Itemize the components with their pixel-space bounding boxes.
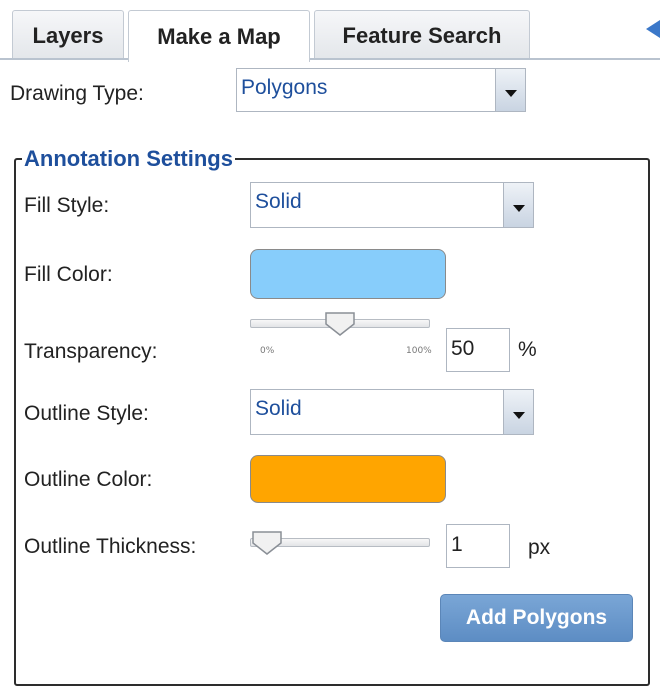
outline-style-label: Outline Style: [24,402,149,425]
fill-color-swatch[interactable] [250,249,446,299]
fill-color-label: Fill Color: [24,263,113,286]
fill-style-value: Solid [255,190,302,213]
outline-color-label: Outline Color: [24,468,153,491]
chevron-down-icon[interactable] [503,183,533,227]
transparency-unit: % [518,338,537,361]
add-polygons-button[interactable]: Add Polygons [440,594,633,642]
collapse-left-icon[interactable] [646,20,660,38]
tab-divider [0,58,660,60]
outline-thickness-unit: px [528,536,551,559]
outline-style-value: Solid [255,397,302,420]
fill-style-label: Fill Style: [24,194,110,217]
transparency-max-label: 100% [406,346,432,356]
fill-style-select[interactable]: Solid [250,182,534,228]
tab-make-a-map[interactable]: Make a Map [128,10,310,62]
drawing-type-select[interactable]: Polygons [236,68,526,112]
drawing-type-label: Drawing Type: [10,82,144,105]
slider-thumb-icon[interactable] [252,531,282,555]
outline-thickness-input[interactable]: 1 [446,524,510,568]
chevron-down-icon[interactable] [495,69,525,111]
annotation-settings-legend: Annotation Settings [24,146,233,171]
tab-feature-search[interactable]: Feature Search [314,10,530,60]
transparency-label: Transparency: [24,340,158,363]
chevron-down-icon[interactable] [503,390,533,434]
outline-color-swatch[interactable] [250,455,446,503]
slider-thumb-icon[interactable] [325,312,355,336]
tab-layers[interactable]: Layers [12,10,124,60]
tab-strip: Layers Make a Map Feature Search [0,0,660,62]
drawing-type-value: Polygons [241,76,328,99]
outline-style-select[interactable]: Solid [250,389,534,435]
outline-thickness-label: Outline Thickness: [24,535,197,558]
transparency-input[interactable]: 50 [446,328,510,372]
transparency-min-label: 0% [260,346,275,356]
